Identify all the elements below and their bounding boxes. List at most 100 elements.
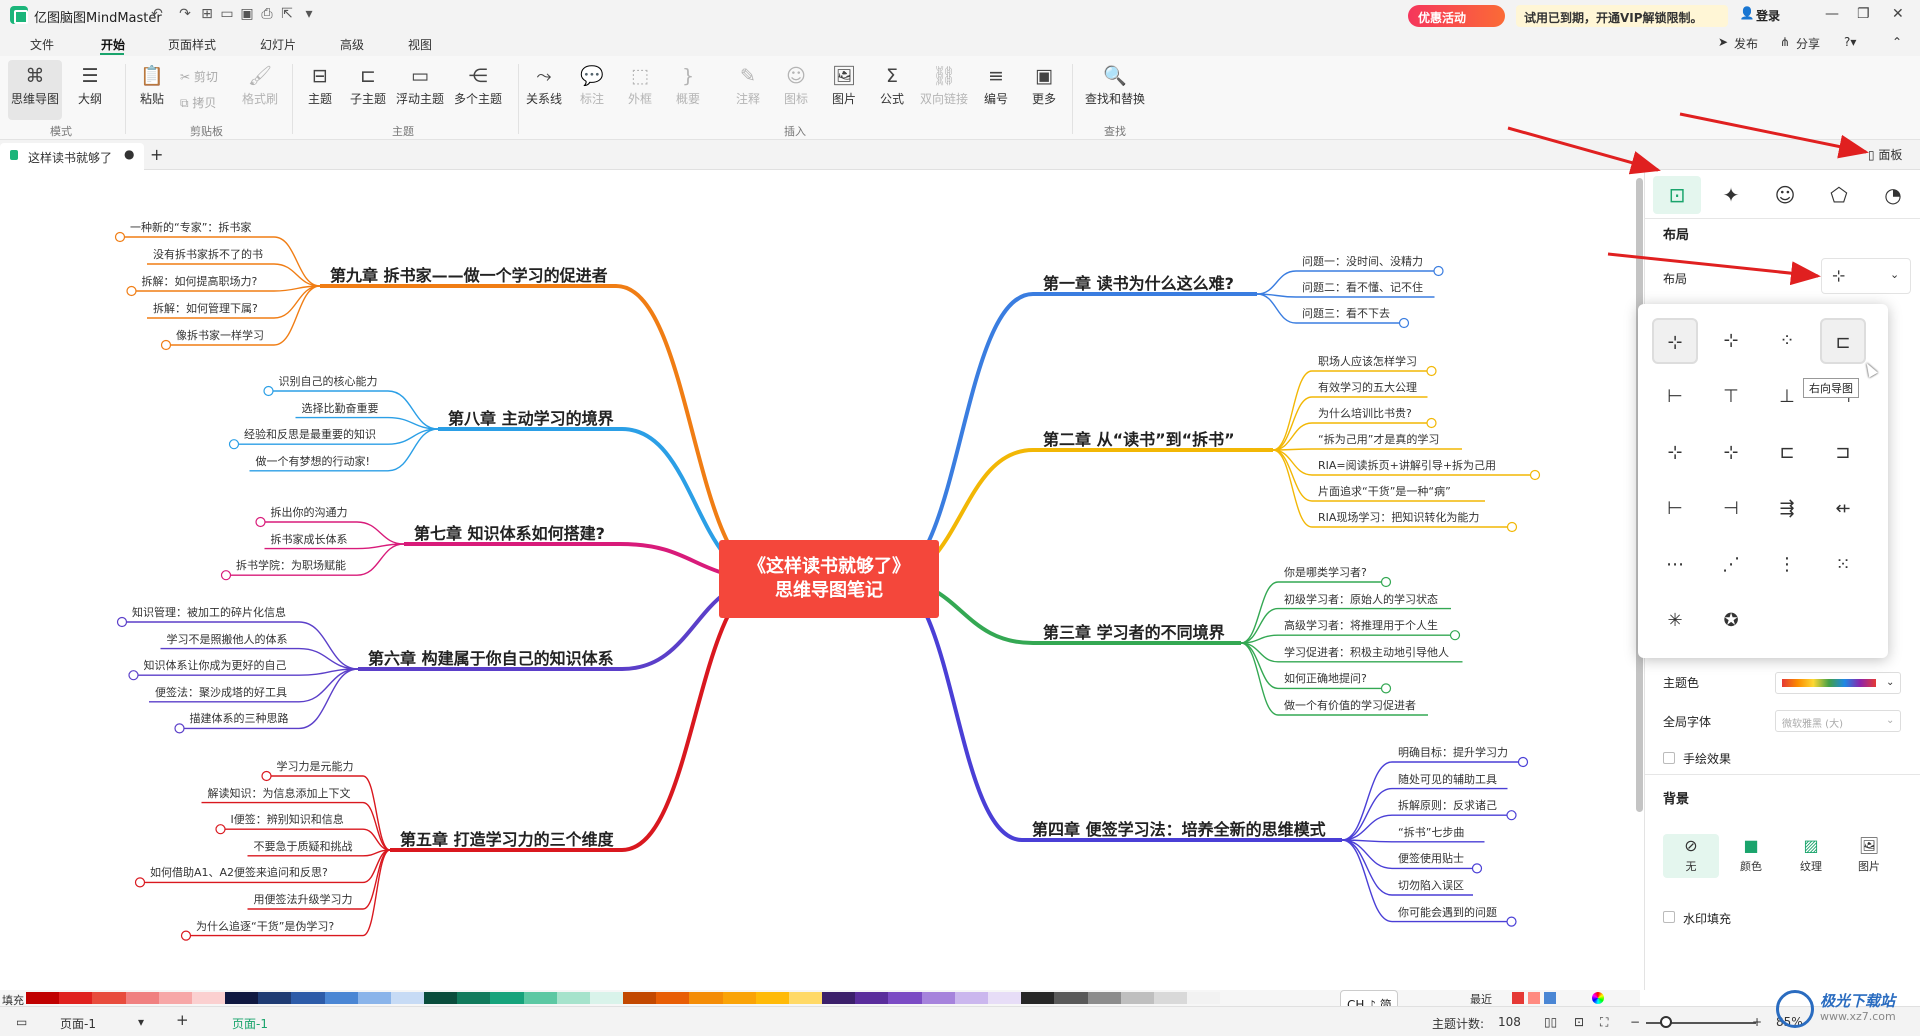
central-topic[interactable]: 《这样读书就够了》 思维导图笔记 — [719, 540, 939, 618]
collapse-toggle-icon[interactable] — [126, 285, 137, 297]
subtopic-item[interactable]: 初级学习者：原始人的学习状态 — [1284, 593, 1438, 607]
layout-option-2-icon[interactable]: ⊹ — [1708, 318, 1754, 364]
panel-tab-format[interactable]: ⊡ — [1653, 176, 1701, 214]
branch-topic[interactable]: 第二章 从“读书”到“拆书” — [1043, 426, 1235, 450]
branch-topic[interactable]: 第九章 拆书家——做一个学习的促进者 — [330, 262, 608, 286]
collapse-toggle-icon[interactable] — [160, 339, 172, 351]
page-tab-active[interactable]: 页面-1 — [232, 1015, 268, 1032]
panel-tab-history[interactable]: ◔ — [1869, 176, 1917, 214]
page-selector[interactable]: 页面-1 — [60, 1015, 96, 1032]
layout-option-14-icon[interactable]: ⊣ — [1708, 486, 1754, 532]
open-folder-icon[interactable]: ▭ — [218, 6, 236, 22]
collapse-toggle-icon[interactable] — [215, 824, 226, 835]
help-icon[interactable]: ?▾ — [1844, 35, 1856, 49]
subtopic-item[interactable]: 拆书学院：为职场赋能 — [236, 559, 346, 573]
palette-swatch[interactable] — [291, 992, 325, 1004]
multiple-topics-button[interactable]: ⋲ 多个主题 — [452, 64, 504, 107]
add-page-icon[interactable]: + — [176, 1011, 189, 1029]
palette-swatch[interactable] — [1153, 992, 1188, 1004]
new-tab-icon[interactable]: + — [150, 145, 163, 164]
palette-swatch[interactable] — [158, 992, 192, 1004]
palette-swatch[interactable] — [921, 992, 955, 1004]
subtopic-item[interactable]: 有效学习的五大公理 — [1318, 381, 1417, 395]
collapse-toggle-icon[interactable] — [128, 670, 139, 681]
subtopic-item[interactable]: 如何借助A1、A2便签来追问和反思? — [150, 866, 328, 880]
chevron-down-icon[interactable]: ▾ — [138, 1015, 144, 1029]
outline-mode-button[interactable]: ☰ 大纲 — [64, 64, 116, 107]
collapse-toggle-icon[interactable] — [1426, 365, 1437, 377]
subtopic-item[interactable]: 识别自己的核心能力 — [279, 375, 378, 389]
hand-drawn-checkbox[interactable] — [1663, 752, 1675, 764]
branch-topic[interactable]: 第四章 便签学习法：培养全新的思维模式 — [1032, 816, 1326, 840]
menu-slides[interactable]: 幻灯片 — [260, 36, 296, 53]
recent-color-pink[interactable] — [1528, 992, 1540, 1004]
subtopic-item[interactable]: 如何正确地提问? — [1284, 672, 1367, 686]
branch-topic[interactable]: 第一章 读书为什么这么难? — [1043, 270, 1234, 294]
collapse-toggle-icon[interactable] — [1506, 521, 1518, 533]
export-icon[interactable]: ⇱ — [278, 6, 296, 22]
subtopic-item[interactable]: 经验和反思是最重要的知识 — [244, 428, 376, 442]
layout-option-4-icon[interactable]: ⊏ — [1820, 318, 1866, 364]
panel-tab-clipart[interactable]: ⬠ — [1815, 176, 1863, 214]
color-picker-icon[interactable] — [1592, 992, 1604, 1004]
layout-option-5-icon[interactable]: ⊢ — [1652, 374, 1698, 420]
palette-swatch[interactable] — [191, 992, 226, 1004]
subtopic-item[interactable]: 学习不是照搬他人的体系 — [167, 633, 288, 647]
subtopic-item[interactable]: 拆解：如何提高职场力? — [142, 275, 258, 289]
palette-swatch[interactable] — [1120, 992, 1154, 1004]
global-font-dropdown[interactable]: 微软雅黑 (大) ⌄ — [1775, 710, 1901, 732]
picture-button[interactable]: 🖼 图片 — [818, 64, 870, 107]
palette-swatch[interactable] — [457, 992, 491, 1004]
subtopic-item[interactable]: 拆出你的沟通力 — [271, 506, 348, 520]
collapse-toggle-icon[interactable] — [134, 877, 146, 888]
collapse-toggle-icon[interactable] — [263, 385, 274, 397]
layout-option-17-icon[interactable]: ⋯ — [1652, 542, 1698, 588]
subtopic-item[interactable]: 解读知识：为信息添加上下文 — [208, 787, 351, 801]
panel-toggle-button[interactable]: ▯ 面板 — [1868, 146, 1902, 163]
layout-option-21-icon[interactable]: ✳ — [1652, 598, 1698, 644]
floating-topic-button[interactable]: ▭ 浮动主题 — [394, 64, 446, 107]
collapse-toggle-icon[interactable] — [1506, 810, 1517, 821]
palette-swatch[interactable] — [722, 992, 756, 1004]
subtopic-item[interactable]: 高级学习者：将推理用于个人生 — [1284, 619, 1438, 633]
watermark-checkbox[interactable] — [1663, 911, 1675, 923]
layout-option-18-icon[interactable]: ⋰ — [1708, 542, 1754, 588]
summary-button[interactable]: } 概要 — [662, 64, 714, 107]
formula-button[interactable]: Σ 公式 — [866, 64, 918, 107]
collapse-toggle-icon[interactable] — [1471, 863, 1483, 874]
bidirectional-link-button[interactable]: ⛓ 双向链接 — [918, 64, 970, 107]
collapse-toggle-icon[interactable] — [220, 570, 232, 581]
palette-swatch[interactable] — [689, 992, 723, 1004]
palette-swatch[interactable] — [1087, 992, 1121, 1004]
layout-option-13-icon[interactable]: ⊢ — [1652, 486, 1698, 532]
redo-icon[interactable]: ↷ — [176, 6, 194, 22]
palette-swatch[interactable] — [855, 992, 889, 1004]
login-button[interactable]: 登录 — [1756, 7, 1780, 24]
menu-page-style[interactable]: 页面样式 — [168, 36, 216, 53]
layout-option-16-icon[interactable]: ⇷ — [1820, 486, 1866, 532]
panel-tab-style[interactable]: ✦ — [1707, 176, 1755, 214]
palette-swatch[interactable] — [788, 992, 823, 1004]
subtopic-item[interactable]: 拆书家成长体系 — [271, 533, 348, 547]
document-tab[interactable]: 这样读书就够了 ● — [0, 143, 144, 170]
palette-swatch[interactable] — [92, 992, 126, 1004]
collapse-toggle-icon[interactable] — [261, 770, 272, 782]
layout-option-12-icon[interactable]: ⊐ — [1820, 430, 1866, 476]
subtopic-item[interactable]: 用便签法升级学习力 — [254, 893, 353, 907]
publish-button[interactable]: 发布 — [1734, 35, 1758, 52]
collapse-toggle-icon[interactable] — [255, 516, 266, 528]
zoom-out-icon[interactable]: − — [1630, 1015, 1640, 1029]
menu-advanced[interactable]: 高级 — [340, 36, 364, 53]
layout-option-11-icon[interactable]: ⊏ — [1764, 430, 1810, 476]
palette-swatch[interactable] — [490, 992, 524, 1004]
palette-swatch[interactable] — [888, 992, 922, 1004]
bg-color-button[interactable]: ■ 颜色 — [1723, 834, 1779, 878]
mindmap-mode-button[interactable]: ⌘ 思维导图 — [9, 64, 61, 107]
layout-option-20-icon[interactable]: ⁙ — [1820, 542, 1866, 588]
subtopic-item[interactable]: 知识体系让你成为更好的自己 — [144, 659, 287, 673]
subtopic-item[interactable]: 做一个有价值的学习促进者 — [1284, 699, 1416, 713]
palette-swatch[interactable] — [656, 992, 690, 1004]
format-painter-button[interactable]: 🖌 格式刷 — [234, 64, 286, 107]
subtopic-item[interactable]: 做一个有梦想的行动家! — [256, 455, 370, 469]
layout-option-10-icon[interactable]: ⊹ — [1708, 430, 1754, 476]
